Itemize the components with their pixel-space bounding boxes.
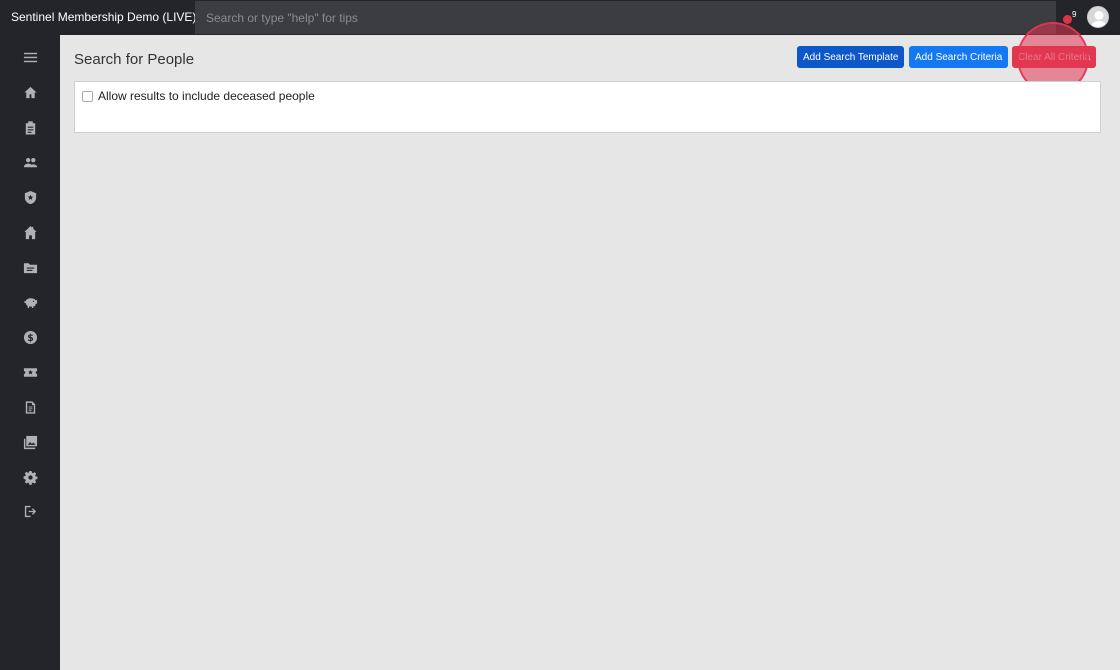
notification-count: 9 (1072, 10, 1077, 19)
user-silhouette-icon (1090, 11, 1108, 27)
home-icon[interactable] (21, 83, 39, 101)
gear-icon[interactable] (21, 468, 39, 486)
global-search-input[interactable] (195, 1, 1056, 34)
clipboard-icon[interactable] (21, 118, 39, 136)
avatar[interactable] (1087, 6, 1109, 28)
criteria-panel: Allow results to include deceased people (74, 81, 1101, 133)
clear-all-criteria-button[interactable]: Clear All Criteria (1012, 46, 1097, 68)
include-deceased-label: Allow results to include deceased people (98, 89, 315, 103)
ticket-icon[interactable] (21, 363, 39, 381)
photo-library-icon[interactable] (21, 433, 39, 451)
logout-icon[interactable] (21, 502, 39, 520)
add-search-template-button[interactable]: Add Search Template (797, 46, 905, 68)
include-deceased-checkbox[interactable] (82, 91, 93, 102)
page-title: Search for People (74, 51, 195, 68)
building-icon[interactable] (21, 223, 39, 241)
top-bar: Sentinel Membership Demo (LIVE) 9 (0, 0, 1120, 35)
notification-badge (1063, 15, 1072, 24)
add-search-criteria-button[interactable]: Add Search Criteria (909, 46, 1009, 68)
svg-text:$: $ (27, 332, 34, 343)
dollar-icon[interactable]: $ (21, 328, 39, 346)
main-content: Search for People Add Search Template Ad… (60, 22, 1120, 670)
app-title: Sentinel Membership Demo (LIVE) (11, 10, 197, 24)
document-icon[interactable] (21, 398, 39, 416)
shield-icon[interactable] (21, 188, 39, 206)
sidebar: $ (0, 35, 60, 670)
folder-icon[interactable] (21, 258, 39, 276)
people-icon[interactable] (21, 153, 39, 171)
piggy-bank-icon[interactable] (21, 293, 39, 311)
menu-icon[interactable] (21, 48, 39, 66)
